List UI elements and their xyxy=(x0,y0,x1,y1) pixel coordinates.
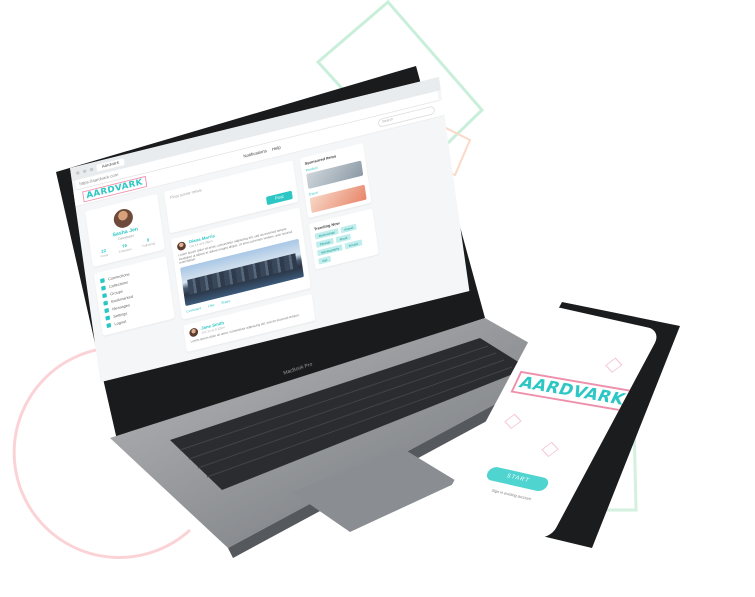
smartphone xyxy=(450,302,680,548)
pink-diamond-decoration xyxy=(504,413,522,430)
phone-brand-logo: AARDVARK xyxy=(510,370,634,412)
product-mockup-scene: Aardvark https://aardvark.com AARDVARK N… xyxy=(0,0,755,597)
pink-diamond-decoration xyxy=(605,357,623,373)
pink-diamond-decoration xyxy=(541,441,559,458)
